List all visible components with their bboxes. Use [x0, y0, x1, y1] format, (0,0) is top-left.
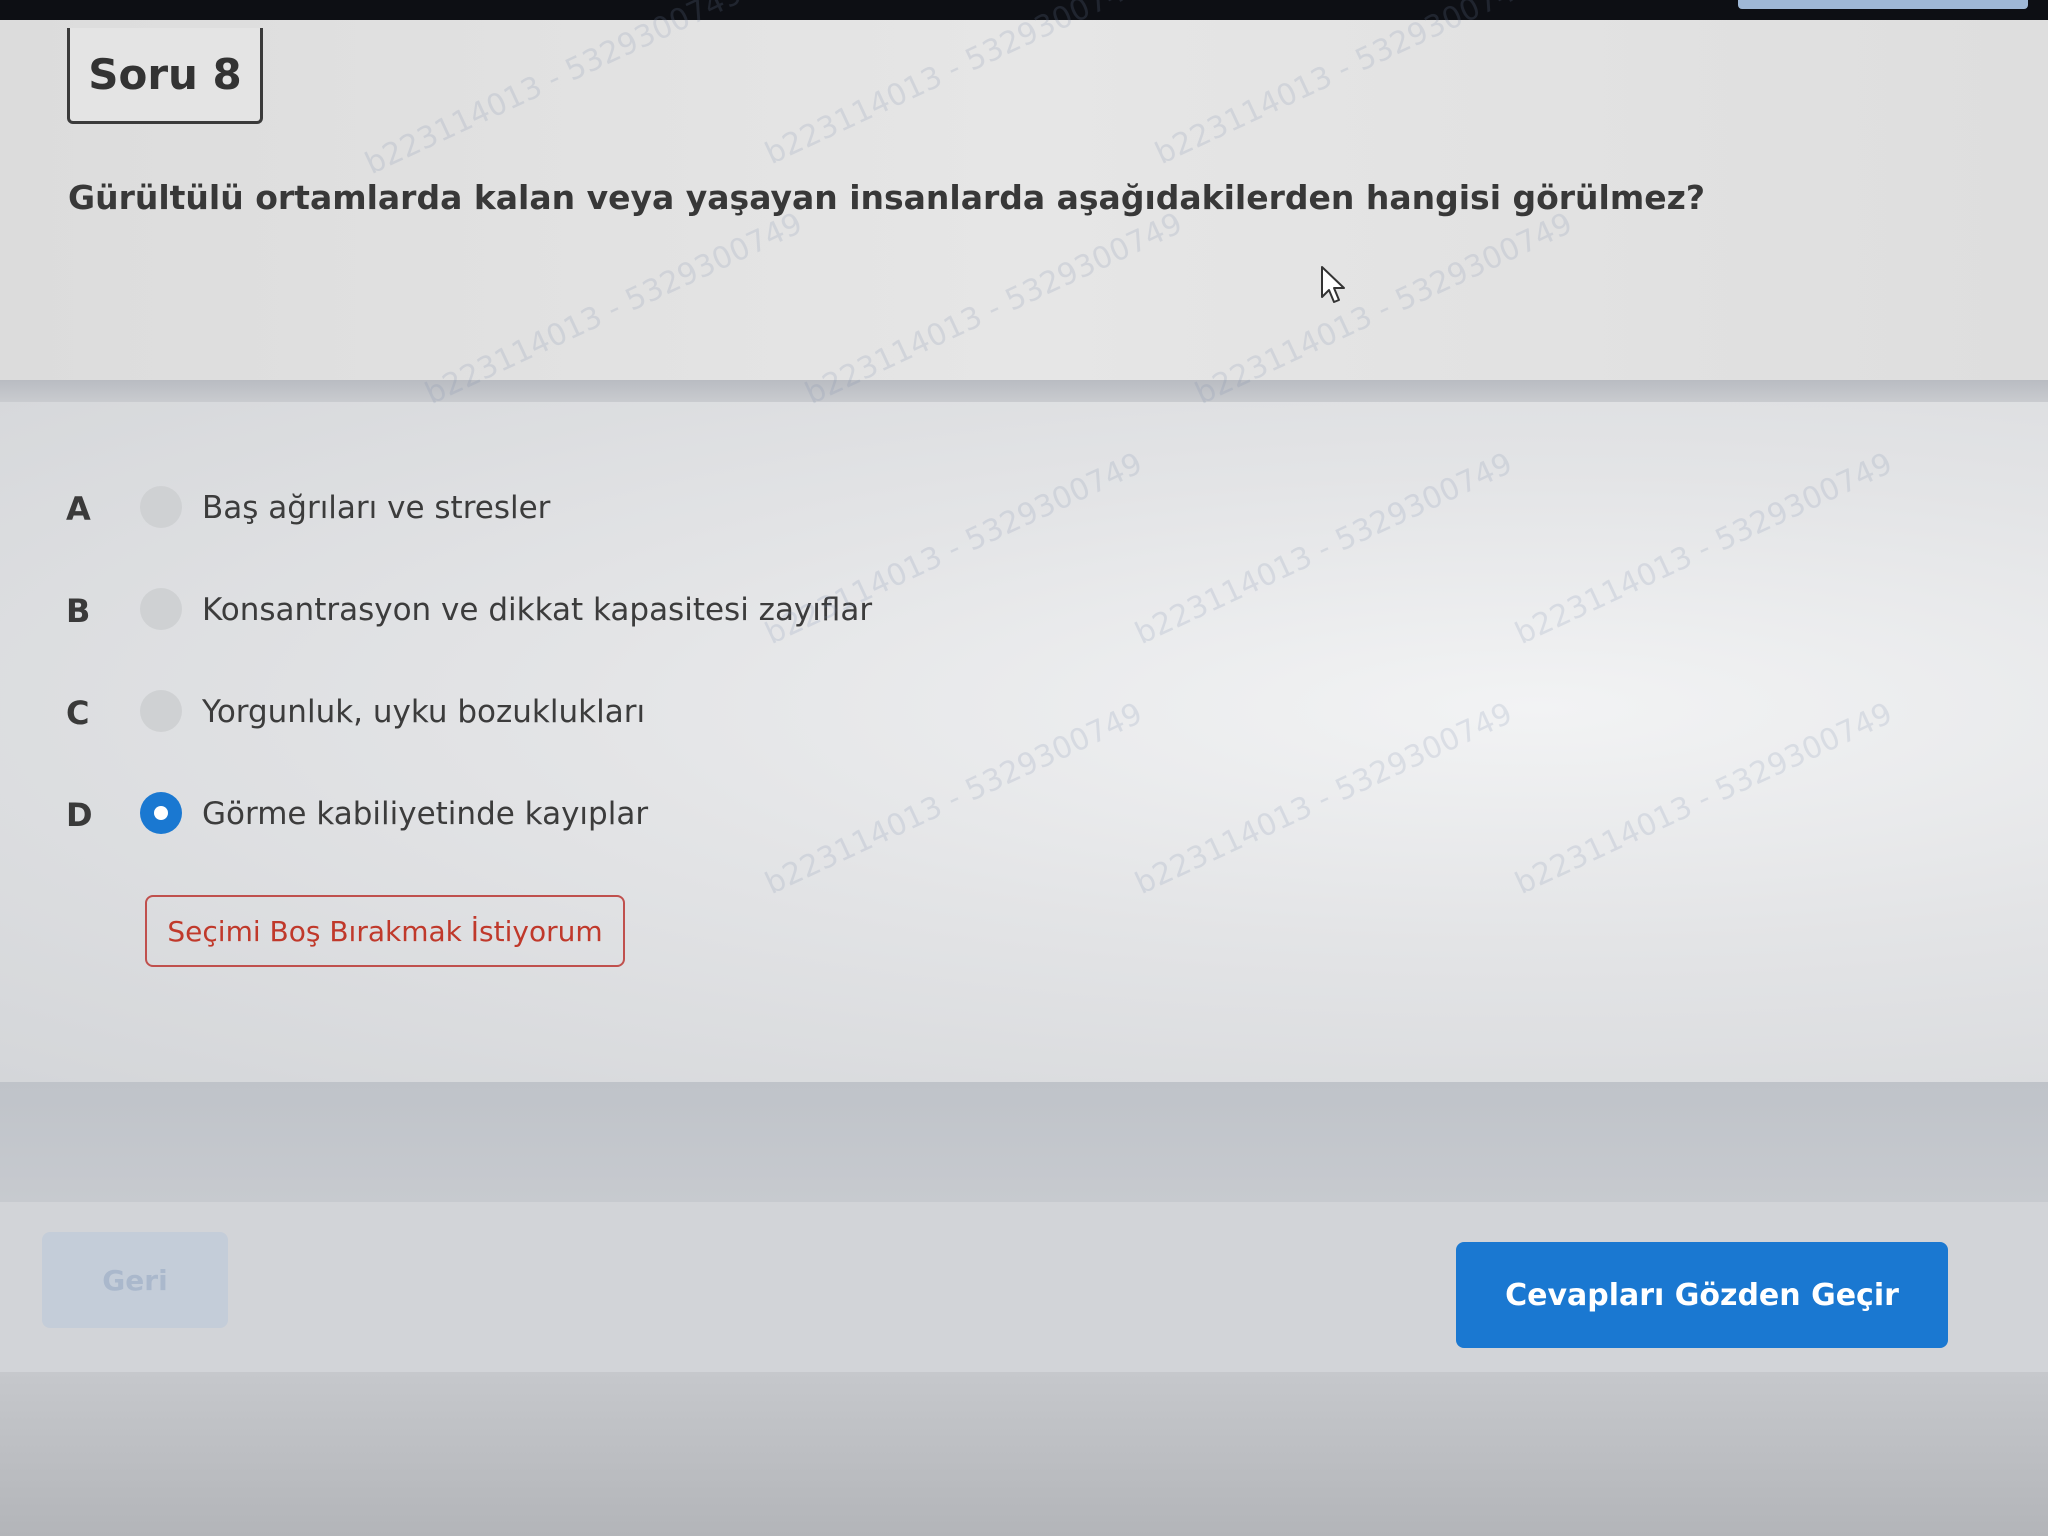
top-bar [0, 0, 2048, 20]
option-c[interactable]: C Yorgunluk, uyku bozuklukları [0, 682, 1100, 742]
question-text: Gürültülü ortamlarda kalan veya yaşayan … [68, 178, 1705, 217]
option-label[interactable]: Görme kabiliyetinde kayıplar [202, 796, 648, 832]
radio-empty-icon[interactable] [140, 486, 182, 528]
option-d[interactable]: D Görme kabiliyetinde kayıplar [0, 784, 1100, 844]
section-divider [0, 380, 2048, 402]
question-number-tab: Soru 8 [67, 28, 263, 124]
radio-empty-icon[interactable] [140, 588, 182, 630]
back-button[interactable]: Geri [42, 1232, 228, 1328]
option-label[interactable]: Konsantrasyon ve dikkat kapasitesi zayıf… [202, 592, 872, 628]
option-letter: D [66, 796, 93, 834]
review-answers-button[interactable]: Cevapları Gözden Geçir [1456, 1242, 1948, 1348]
option-label[interactable]: Baş ağrıları ve stresler [202, 490, 550, 526]
option-letter: C [66, 694, 90, 732]
option-letter: A [66, 490, 91, 528]
question-panel: Soru 8 Gürültülü ortamlarda kalan veya y… [0, 20, 2048, 380]
bottom-band [0, 1082, 2048, 1202]
option-b[interactable]: B Konsantrasyon ve dikkat kapasitesi zay… [0, 580, 1100, 640]
mouse-pointer-icon [1321, 266, 1345, 303]
option-letter: B [66, 592, 91, 630]
radio-empty-icon[interactable] [140, 690, 182, 732]
leave-blank-button[interactable]: Seçimi Boş Bırakmak İstiyorum [145, 895, 625, 967]
option-a[interactable]: A Baş ağrıları ve stresler [0, 478, 1100, 538]
top-bar-accent [1738, 0, 2028, 9]
page-bottom [0, 1372, 2048, 1536]
radio-selected-icon[interactable] [140, 792, 182, 834]
option-label[interactable]: Yorgunluk, uyku bozuklukları [202, 694, 645, 730]
